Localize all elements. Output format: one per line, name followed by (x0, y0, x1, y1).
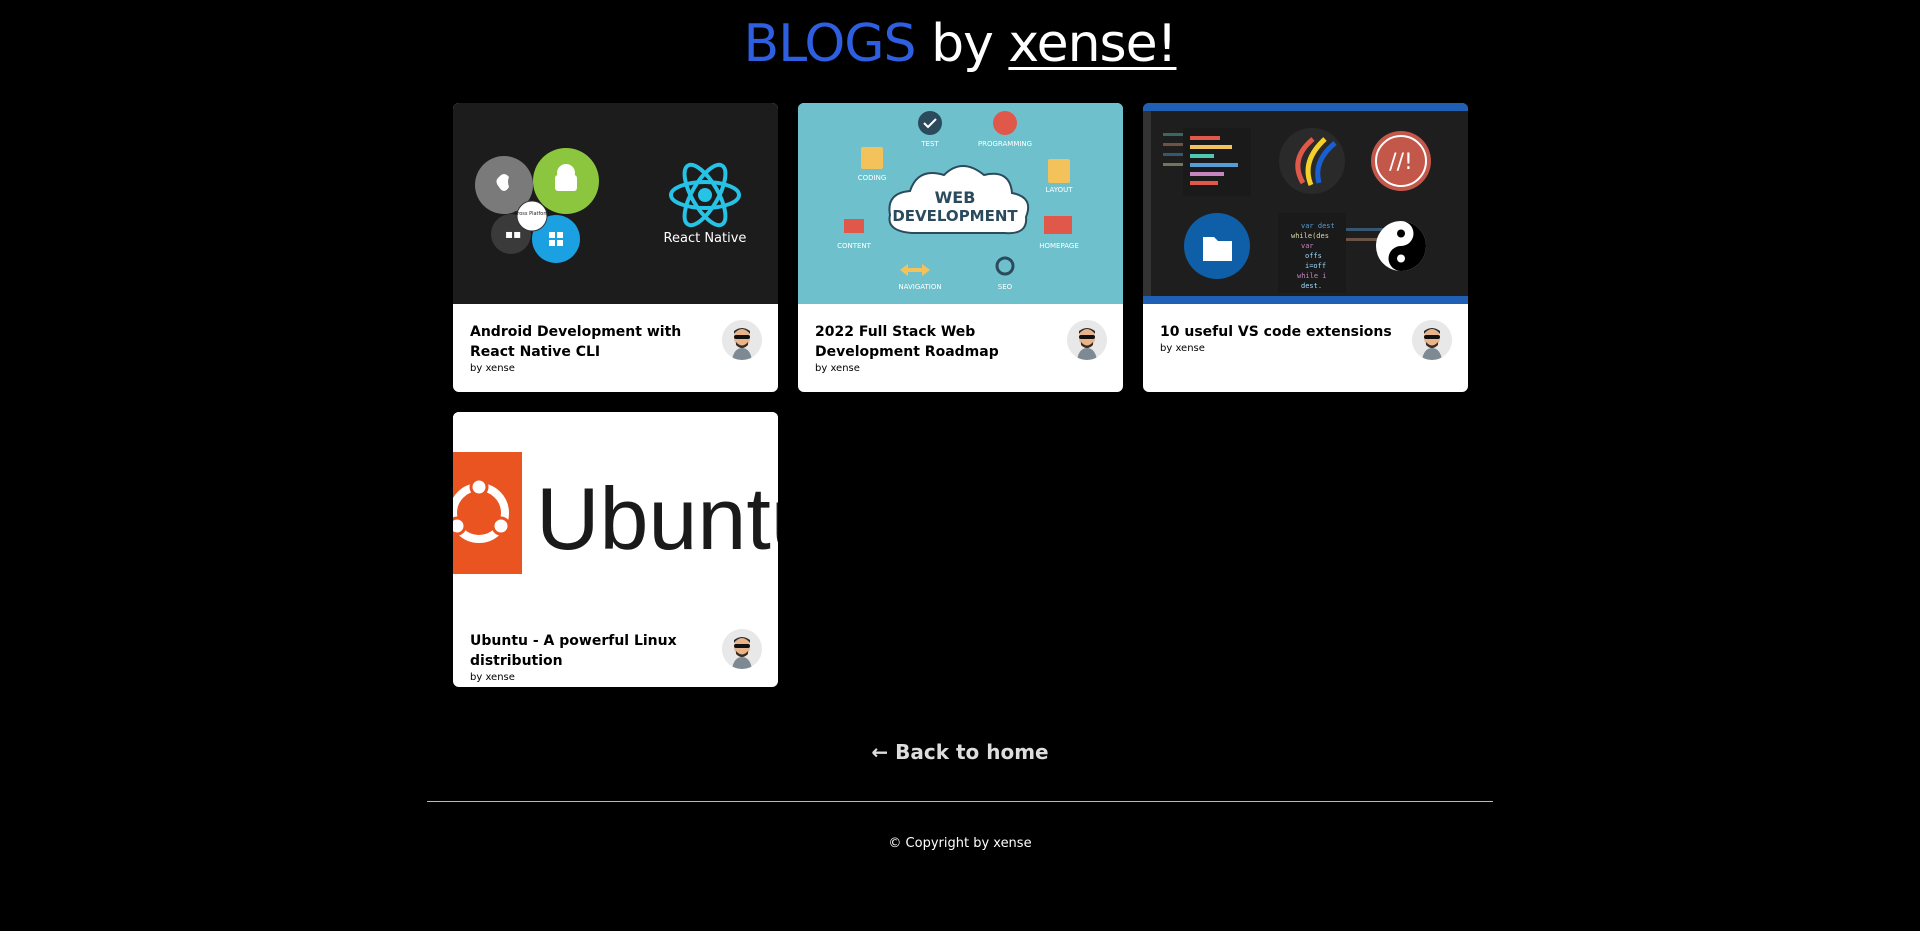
card-author: by xense (470, 363, 515, 374)
svg-text:dest.: dest. (1301, 282, 1322, 290)
svg-text:offs: offs (1305, 252, 1322, 260)
header-by: by (931, 14, 994, 74)
card-image-ubuntu: Ubuntu (453, 412, 778, 613)
card-image-react-native: ▪▪ Cross Platform React Native (453, 103, 778, 304)
card-title[interactable]: 2022 Full Stack Web Development Roadmap (815, 322, 1053, 362)
cross-platform-text: Cross Platform (514, 211, 551, 217)
card-author: by xense (1160, 343, 1205, 354)
web-text: WEB (935, 188, 976, 207)
blog-card-ubuntu[interactable]: Ubuntu Ubuntu - A powerful Linux distrib… (453, 412, 778, 687)
card-meta: Android Development with React Native CL… (453, 304, 778, 384)
blog-card-web-dev-roadmap[interactable]: WEB DEVELOPMENT TEST PROGRAMMING CODING … (798, 103, 1123, 392)
author-avatar (1067, 320, 1107, 360)
development-text: DEVELOPMENT (892, 207, 1018, 225)
footer-divider (427, 801, 1493, 802)
author-avatar (1412, 320, 1452, 360)
label-homepage: HOMEPAGE (1039, 242, 1079, 250)
svg-text:var: var (1301, 242, 1314, 250)
label-seo: SEO (998, 283, 1013, 291)
card-image-vscode: //! var dest while(des var offs i=off wh… (1143, 103, 1468, 304)
svg-text://!: //! (1389, 150, 1413, 175)
label-layout: LAYOUT (1045, 186, 1073, 194)
svg-text:▪▪: ▪▪ (505, 227, 521, 241)
blog-card-vscode-extensions[interactable]: //! var dest while(des var offs i=off wh… (1143, 103, 1468, 392)
card-title[interactable]: Ubuntu - A powerful Linux distribution (470, 631, 708, 671)
author-avatar (722, 320, 762, 360)
card-image-web-dev: WEB DEVELOPMENT TEST PROGRAMMING CODING … (798, 103, 1123, 304)
label-navigation: NAVIGATION (898, 283, 941, 291)
author-avatar (722, 629, 762, 669)
blog-grid: ▪▪ Cross Platform React Native Android D… (453, 103, 1468, 687)
card-title[interactable]: 10 useful VS code extensions (1160, 322, 1398, 342)
svg-text:var dest: var dest (1301, 222, 1335, 230)
svg-text:while i: while i (1297, 272, 1327, 280)
label-content: CONTENT (837, 242, 872, 250)
back-to-home-link[interactable]: ← Back to home (0, 740, 1920, 764)
card-title[interactable]: Android Development with React Native CL… (470, 322, 708, 362)
card-meta: Ubuntu - A powerful Linux distribution b… (453, 613, 778, 687)
react-native-text: React Native (664, 231, 747, 246)
card-author: by xense (815, 363, 860, 374)
site-header: BLOGS by xense! (0, 12, 1920, 76)
ubuntu-wordmark: Ubuntu (536, 469, 778, 568)
label-coding: CODING (858, 174, 887, 182)
card-meta: 2022 Full Stack Web Development Roadmap … (798, 304, 1123, 384)
label-programming: PROGRAMMING (978, 140, 1032, 148)
blog-card-react-native[interactable]: ▪▪ Cross Platform React Native Android D… (453, 103, 778, 392)
svg-text:while(des: while(des (1291, 232, 1329, 240)
card-author: by xense (470, 672, 515, 683)
label-test: TEST (920, 140, 939, 148)
header-xense-link[interactable]: xense! (1008, 14, 1177, 74)
card-meta: 10 useful VS code extensions by xense (1143, 304, 1468, 364)
copyright-text: © Copyright by xense (888, 836, 1032, 851)
header-blogs: BLOGS (743, 14, 917, 74)
svg-text:i=off: i=off (1305, 262, 1326, 270)
